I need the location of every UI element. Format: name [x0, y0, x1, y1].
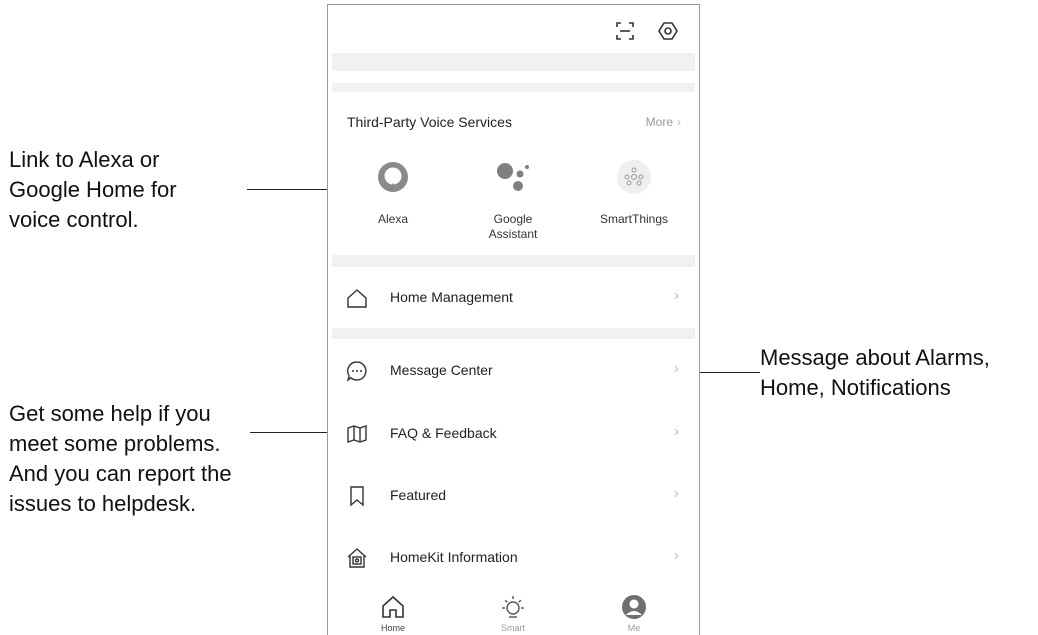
chevron-right-icon: › — [673, 423, 679, 440]
message-callout: Message about Alarms, Home, Notification… — [760, 343, 990, 403]
phone-screen: Third-Party Voice Services More › Alexa — [327, 4, 700, 635]
screenshot-canvas: Link to Alexa or Google Home for voice c… — [0, 0, 1038, 635]
open-book-icon — [346, 423, 368, 445]
alexa-service[interactable]: Alexa — [338, 157, 448, 227]
section-divider — [332, 328, 695, 339]
message-center-label: Message Center — [390, 362, 493, 378]
google-assistant-service[interactable]: Google Assistant — [458, 157, 568, 242]
menu-item-message-center[interactable]: Message Center › — [332, 346, 695, 396]
voice-services-more-link[interactable]: More › — [646, 115, 681, 129]
google-assistant-label: Google Assistant — [458, 212, 568, 242]
tab-me-label: Me — [627, 623, 641, 633]
chevron-right-icon: › — [673, 287, 679, 304]
homekit-icon — [346, 547, 368, 569]
menu-item-homekit-information[interactable]: HomeKit Information › — [332, 533, 695, 583]
google-assistant-label-line1: Google — [493, 212, 533, 226]
more-label: More — [645, 115, 673, 129]
faq-feedback-label: FAQ & Feedback — [390, 425, 497, 441]
home-icon — [379, 593, 407, 621]
chat-bubble-icon — [346, 360, 368, 382]
alexa-callout-line2: Google Home for — [9, 177, 177, 202]
alexa-label: Alexa — [377, 212, 409, 226]
section-divider — [332, 255, 695, 267]
alexa-callout-line3: voice control. — [9, 207, 139, 232]
house-icon — [346, 287, 368, 309]
scan-icon[interactable] — [614, 20, 636, 42]
featured-label: Featured — [390, 487, 447, 503]
help-callout-line2: meet some problems. — [9, 431, 221, 456]
google-assistant-label-line2: Assistant — [488, 227, 538, 241]
homekit-information-label: HomeKit Information — [390, 549, 518, 565]
tab-smart[interactable]: Smart — [483, 593, 543, 633]
chevron-right-icon: › — [673, 547, 679, 564]
bookmark-icon — [346, 485, 368, 507]
top-bar — [328, 5, 699, 53]
section-divider — [332, 83, 695, 92]
help-callout-line3: And you can report the — [9, 461, 232, 486]
help-callout: Get some help if you meet some problems.… — [9, 399, 232, 519]
settings-icon[interactable] — [657, 20, 679, 42]
alexa-icon — [373, 157, 413, 197]
sun-icon — [499, 593, 527, 621]
voice-services-title: Third-Party Voice Services — [347, 114, 512, 130]
message-callout-line1: Message about Alarms, — [760, 345, 990, 370]
tab-smart-label: Smart — [500, 623, 525, 633]
tab-home-label: Home — [380, 623, 405, 633]
menu-item-featured[interactable]: Featured › — [332, 471, 695, 521]
section-divider — [332, 53, 695, 71]
message-callout-line2: Home, Notifications — [760, 375, 951, 400]
chevron-right-icon: › — [673, 485, 679, 502]
smartthings-icon — [614, 157, 654, 197]
chevron-right-icon: › — [673, 360, 679, 377]
smartthings-label: SmartThings — [599, 212, 669, 226]
menu-item-home-management[interactable]: Home Management › — [332, 273, 695, 323]
user-icon — [620, 593, 648, 621]
help-callout-line4: issues to helpdesk. — [9, 491, 197, 516]
bottom-tab-bar: Home Smart Me — [328, 589, 699, 635]
tab-me[interactable]: Me — [604, 593, 664, 633]
chevron-right-icon: › — [677, 115, 681, 129]
smartthings-service[interactable]: SmartThings — [579, 157, 689, 227]
menu-item-faq-feedback[interactable]: FAQ & Feedback › — [332, 409, 695, 459]
google-assistant-icon — [493, 157, 533, 197]
tab-home[interactable]: Home — [363, 593, 423, 633]
alexa-callout: Link to Alexa or Google Home for voice c… — [9, 145, 177, 235]
home-management-label: Home Management — [390, 289, 513, 305]
alexa-callout-line1: Link to Alexa or — [9, 147, 160, 172]
help-callout-line1: Get some help if you — [9, 401, 211, 426]
